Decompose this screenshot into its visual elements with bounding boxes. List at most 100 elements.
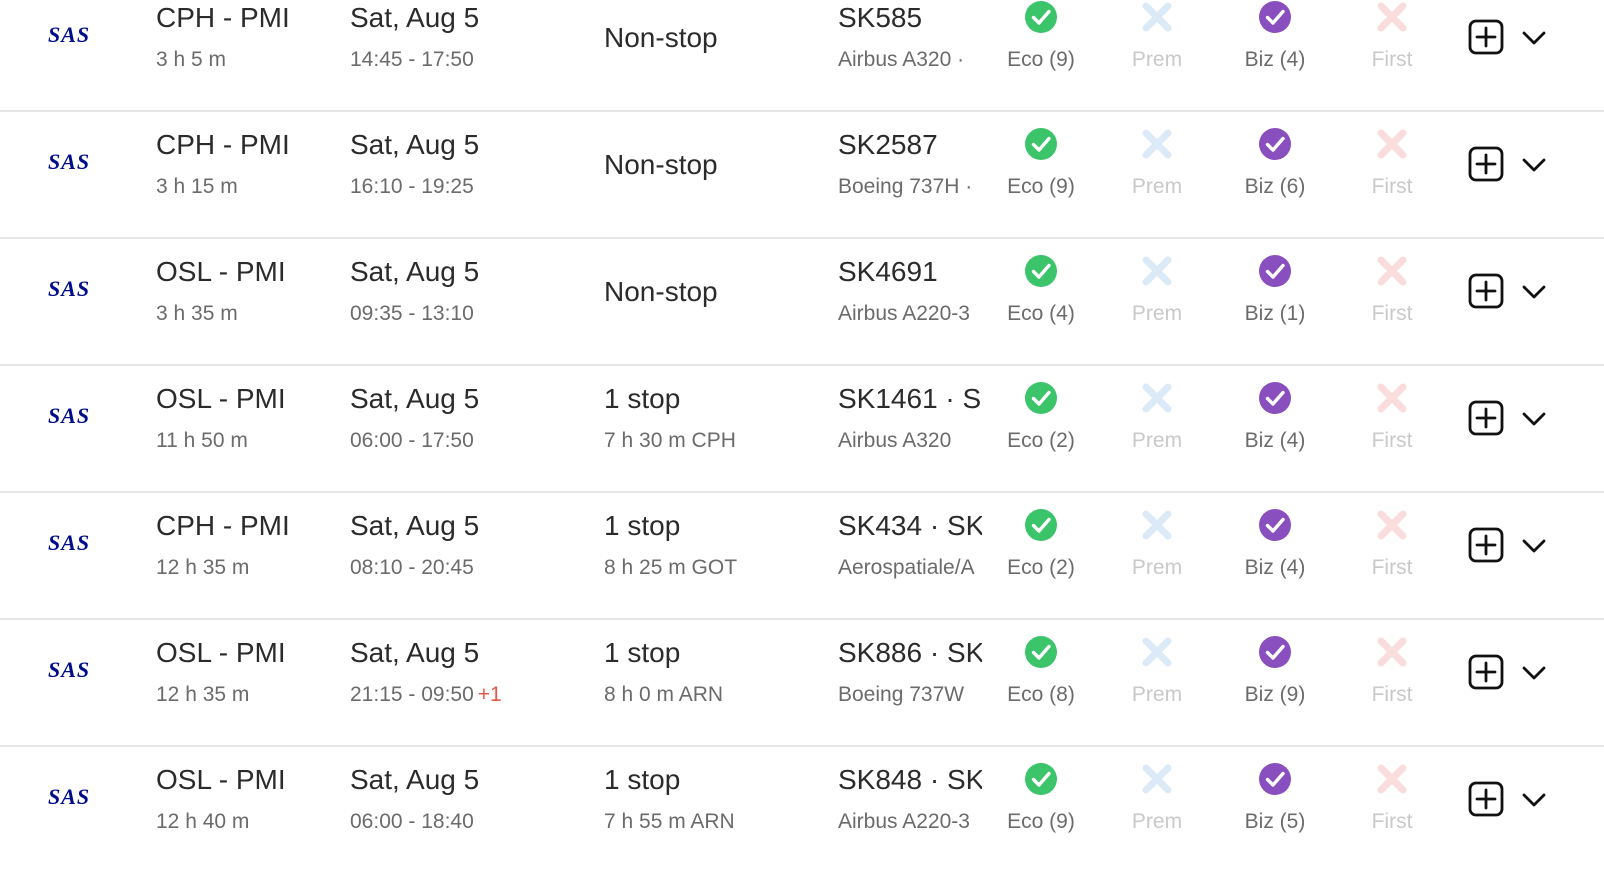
expand-details-button[interactable] — [1518, 405, 1550, 433]
cabin-first: First — [1337, 621, 1447, 721]
cabin-first: First — [1337, 367, 1447, 467]
cabin-business: Biz (6) — [1220, 113, 1330, 213]
expand-details-button[interactable] — [1518, 151, 1550, 179]
flight-row[interactable]: SAS CPH - PMI 3 h 15 m Sat, Aug 5 16:10 … — [0, 113, 1604, 239]
cabin-premium: Prem — [1102, 113, 1212, 213]
cabin-label: First — [1371, 48, 1413, 71]
cabin-label: Eco (4) — [1007, 302, 1075, 325]
total-duration: 3 h 15 m — [156, 175, 238, 198]
x-icon — [1142, 256, 1172, 286]
layover: 8 h 25 m GOT — [604, 556, 738, 579]
add-flight-button[interactable] — [1468, 527, 1504, 563]
departure-date: Sat, Aug 5 — [350, 256, 480, 287]
x-icon — [1142, 383, 1172, 413]
stops: Non-stop — [604, 22, 718, 53]
cabin-label: Prem — [1131, 175, 1183, 198]
aircraft-type: Boeing 737W — [838, 683, 965, 706]
time-range: 09:35 - 13:10 — [350, 302, 474, 325]
plus-square-icon — [1468, 400, 1504, 436]
plus-square-icon — [1468, 654, 1504, 690]
cabin-label: First — [1371, 429, 1413, 452]
stops: 1 stop — [604, 637, 681, 668]
chevron-down-icon — [1522, 539, 1546, 553]
total-duration: 12 h 35 m — [156, 683, 250, 706]
aircraft-type: Airbus A220-3 — [838, 810, 970, 833]
cabin-economy: Eco (9) — [986, 748, 1096, 848]
departure-date: Sat, Aug 5 — [350, 764, 480, 795]
next-day-indicator: +1 — [477, 683, 502, 706]
add-flight-button[interactable] — [1468, 654, 1504, 690]
add-flight-button[interactable] — [1468, 400, 1504, 436]
expand-details-button[interactable] — [1518, 532, 1550, 560]
cabin-label: Biz (1) — [1244, 302, 1306, 325]
add-flight-button[interactable] — [1468, 273, 1504, 309]
cabin-label: Eco (2) — [1007, 556, 1075, 579]
cabin-label: Prem — [1131, 810, 1183, 833]
flight-times: 21:15 - 09:50 +1 — [350, 683, 502, 707]
cabin-label: Biz (6) — [1244, 175, 1306, 198]
cabin-label: Prem — [1131, 683, 1183, 706]
cabin-first: First — [1337, 0, 1447, 86]
cabin-label: Eco (8) — [1007, 683, 1075, 706]
route: OSL - PMI — [156, 256, 286, 287]
route: CPH - PMI — [156, 510, 290, 541]
aircraft-type: Airbus A320 · — [838, 48, 965, 71]
cabin-premium: Prem — [1102, 367, 1212, 467]
aircraft-type: Airbus A320 — [838, 429, 952, 452]
cabin-label: Eco (2) — [1007, 429, 1075, 452]
cabin-economy: Eco (4) — [986, 240, 1096, 340]
route: OSL - PMI — [156, 637, 286, 668]
expand-details-button[interactable] — [1518, 786, 1550, 814]
x-icon — [1142, 637, 1172, 667]
stops: Non-stop — [604, 276, 718, 307]
flight-row[interactable]: SAS OSL - PMI 11 h 50 m Sat, Aug 5 06:00… — [0, 367, 1604, 493]
flight-row[interactable]: SAS CPH - PMI 3 h 5 m Sat, Aug 5 14:45 -… — [0, 0, 1604, 112]
check-circle-icon — [1025, 763, 1057, 795]
flight-row[interactable]: SAS OSL - PMI 3 h 35 m Sat, Aug 5 09:35 … — [0, 240, 1604, 366]
cabin-label: Eco (9) — [1007, 175, 1075, 198]
cabin-label: First — [1371, 810, 1413, 833]
cabin-business: Biz (4) — [1220, 494, 1330, 594]
departure-date: Sat, Aug 5 — [350, 510, 480, 541]
airline-logo: SAS — [48, 276, 91, 301]
x-icon — [1142, 2, 1172, 32]
airline-logo: SAS — [48, 22, 91, 47]
time-range: 16:10 - 19:25 — [350, 175, 474, 198]
cabin-economy: Eco (9) — [986, 113, 1096, 213]
plus-square-icon — [1468, 781, 1504, 817]
add-flight-button[interactable] — [1468, 146, 1504, 182]
stops: 1 stop — [604, 764, 681, 795]
cabin-premium: Prem — [1102, 748, 1212, 848]
flight-row[interactable]: SAS OSL - PMI 12 h 40 m Sat, Aug 5 06:00… — [0, 748, 1604, 888]
flight-numbers: SK4691 — [838, 256, 938, 287]
flight-numbers: SK585 — [838, 2, 923, 33]
check-circle-icon — [1259, 1, 1291, 33]
time-range: 06:00 - 18:40 — [350, 810, 474, 833]
cabin-label: First — [1371, 175, 1413, 198]
route: OSL - PMI — [156, 383, 286, 414]
cabin-business: Biz (5) — [1220, 748, 1330, 848]
check-circle-icon — [1025, 255, 1057, 287]
x-icon — [1377, 764, 1407, 794]
expand-details-button[interactable] — [1518, 24, 1550, 52]
flight-row[interactable]: SAS OSL - PMI 12 h 35 m Sat, Aug 5 21:15… — [0, 621, 1604, 747]
cabin-premium: Prem — [1102, 621, 1212, 721]
cabin-label: Biz (4) — [1244, 556, 1306, 579]
add-flight-button[interactable] — [1468, 19, 1504, 55]
time-range: 21:15 - 09:50 — [350, 683, 474, 706]
check-circle-icon — [1259, 382, 1291, 414]
cabin-first: First — [1337, 113, 1447, 213]
expand-details-button[interactable] — [1518, 278, 1550, 306]
total-duration: 3 h 35 m — [156, 302, 238, 325]
expand-details-button[interactable] — [1518, 659, 1550, 687]
cabin-premium: Prem — [1102, 494, 1212, 594]
cabin-label: Eco (9) — [1007, 810, 1075, 833]
add-flight-button[interactable] — [1468, 781, 1504, 817]
x-icon — [1377, 510, 1407, 540]
check-circle-icon — [1259, 255, 1291, 287]
flight-numbers: SK886 · SK — [838, 637, 982, 668]
layover: 7 h 30 m CPH — [604, 429, 736, 452]
flight-row[interactable]: SAS CPH - PMI 12 h 35 m Sat, Aug 5 08:10… — [0, 494, 1604, 620]
check-circle-icon — [1259, 763, 1291, 795]
cabin-business: Biz (4) — [1220, 367, 1330, 467]
